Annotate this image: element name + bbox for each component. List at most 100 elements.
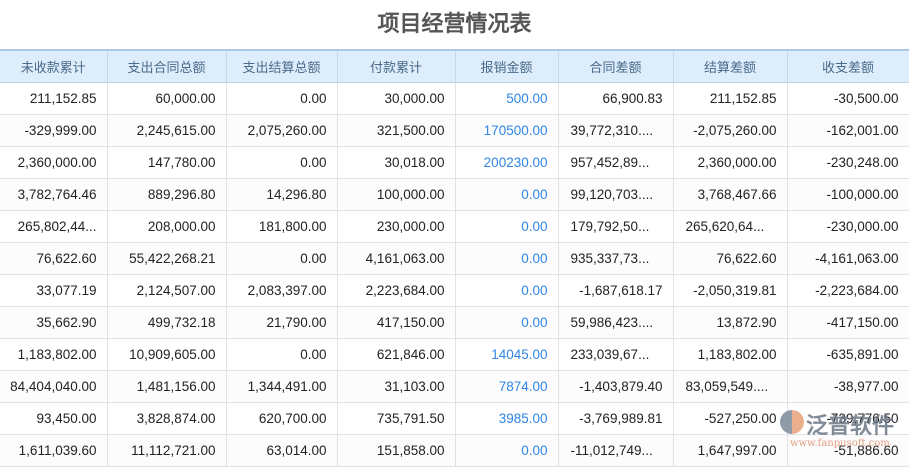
table-cell: 4,161,063.00	[337, 242, 456, 275]
table-cell: -1,687,618.17	[558, 274, 674, 307]
column-header[interactable]: 报销金额	[455, 49, 559, 83]
table-cell: -100,000.00	[787, 178, 909, 211]
table-cell: 2,083,397.00	[226, 274, 338, 307]
table-cell[interactable]: 500.00	[455, 82, 559, 115]
table-row[interactable]: 84,404,040.00 1,481,156.00 1,344,491.00 31,…	[0, 370, 909, 403]
table-cell: 265,802,44...	[0, 210, 108, 243]
table-row[interactable]: 33,077.19 2,124,507.00 2,083,397.00 2,223,6…	[0, 274, 909, 307]
table-cell: 3,768,467.66	[673, 178, 788, 211]
table-cell: -230,248.00	[787, 146, 909, 179]
table-row[interactable]: 2,360,000.00 147,780.00 0.00 30,018.00 20023…	[0, 146, 909, 179]
table-row[interactable]: 211,152.85 60,000.00 0.00 30,000.00 500.00 66…	[0, 82, 909, 115]
table-cell: 59,986,423....	[558, 306, 674, 339]
table-row[interactable]: 93,450.00 3,828,874.00 620,700.00 735,791.5…	[0, 402, 909, 435]
table-row[interactable]: 76,622.60 55,422,268.21 0.00 4,161,063.00 0.…	[0, 242, 909, 275]
table-cell: 211,152.85	[673, 82, 788, 115]
table-cell: 1,611,039.60	[0, 434, 108, 467]
table-row[interactable]: 265,802,44... 208,000.00 181,800.00 230,000…	[0, 210, 909, 243]
table-cell: 417,150.00	[337, 306, 456, 339]
table-cell: 10,909,605.00	[107, 338, 227, 371]
page-title: 项目经营情况表	[377, 12, 532, 37]
table-cell: 14,296.80	[226, 178, 338, 211]
table-cell: 83,059,549....	[673, 370, 788, 403]
watermark-name: 泛普软件	[806, 414, 895, 439]
table-cell[interactable]: 7874.00	[455, 370, 559, 403]
table-cell: 0.00	[226, 242, 338, 275]
table-cell: 2,124,507.00	[107, 274, 227, 307]
table-cell: 957,452,89...	[558, 146, 674, 179]
table-cell: -2,075,260.00	[673, 114, 788, 147]
table-cell: 230,000.00	[337, 210, 456, 243]
table-cell[interactable]: 200230.00	[455, 146, 559, 179]
table-cell: -230,000.00	[787, 210, 909, 243]
table-cell: 1,647,997.00	[673, 434, 788, 467]
logo-icon	[780, 410, 804, 434]
table-cell: 265,620,64...	[673, 210, 788, 243]
table-cell: 21,790.00	[226, 306, 338, 339]
column-header[interactable]: 合同差额	[558, 49, 674, 83]
table-cell: -635,891.00	[787, 338, 909, 371]
table-cell: 208,000.00	[107, 210, 227, 243]
table-cell: 0.00	[226, 338, 338, 371]
table-cell: 76,622.60	[0, 242, 108, 275]
table-row[interactable]: 35,662.90 499,732.18 21,790.00 417,150.00 0.…	[0, 306, 909, 339]
table-cell: 147,780.00	[107, 146, 227, 179]
table-cell: 935,337,73...	[558, 242, 674, 275]
table-cell[interactable]: 0.00	[455, 434, 559, 467]
column-header[interactable]: 结算差额	[673, 49, 788, 83]
table-cell[interactable]: 0.00	[455, 274, 559, 307]
table-cell: 63,014.00	[226, 434, 338, 467]
table-cell: 2,245,615.00	[107, 114, 227, 147]
table-cell: 60,000.00	[107, 82, 227, 115]
table-cell: 1,481,156.00	[107, 370, 227, 403]
table-cell: 2,223,684.00	[337, 274, 456, 307]
table-cell: -3,769,989.81	[558, 402, 674, 435]
table-cell: 31,103.00	[337, 370, 456, 403]
column-header[interactable]: 未收款累计	[0, 49, 108, 83]
table-cell[interactable]: 0.00	[455, 178, 559, 211]
table-cell: 13,872.90	[673, 306, 788, 339]
table-cell: 84,404,040.00	[0, 370, 108, 403]
table-cell: -11,012,749...	[558, 434, 674, 467]
table-cell: 66,900.83	[558, 82, 674, 115]
table-cell[interactable]: 0.00	[455, 242, 559, 275]
table-cell[interactable]: 3985.00	[455, 402, 559, 435]
table-cell: -162,001.00	[787, 114, 909, 147]
table-cell: -30,500.00	[787, 82, 909, 115]
table-cell: -417,150.00	[787, 306, 909, 339]
table-cell: 1,344,491.00	[226, 370, 338, 403]
table-cell: -38,977.00	[787, 370, 909, 403]
table-cell: 2,360,000.00	[0, 146, 108, 179]
table-row[interactable]: -329,999.00 2,245,615.00 2,075,260.00 321,5…	[0, 114, 909, 147]
column-header[interactable]: 付款累计	[337, 49, 456, 83]
column-header[interactable]: 支出结算总额	[226, 49, 338, 83]
column-header[interactable]: 支出合同总额	[107, 49, 227, 83]
table-cell: 3,828,874.00	[107, 402, 227, 435]
table-cell: -329,999.00	[0, 114, 108, 147]
table-cell: 0.00	[226, 146, 338, 179]
table-cell: 2,360,000.00	[673, 146, 788, 179]
watermark-url: www.fanpusoft.com	[790, 438, 890, 449]
table-row[interactable]: 1,611,039.60 11,112,721.00 63,014.00 151,85…	[0, 434, 909, 467]
table-cell: 100,000.00	[337, 178, 456, 211]
table-row[interactable]: 3,782,764.46 889,296.80 14,296.80 100,000.0…	[0, 178, 909, 211]
table-cell: -527,250.00	[673, 402, 788, 435]
table-cell[interactable]: 14045.00	[455, 338, 559, 371]
table-cell: 2,075,260.00	[226, 114, 338, 147]
table-cell: 151,858.00	[337, 434, 456, 467]
table-cell: 621,846.00	[337, 338, 456, 371]
table-cell: -2,223,684.00	[787, 274, 909, 307]
table-cell: -4,161,063.00	[787, 242, 909, 275]
table-cell: 499,732.18	[107, 306, 227, 339]
column-header[interactable]: 收支差额	[787, 49, 909, 83]
table-cell: 11,112,721.00	[107, 434, 227, 467]
table-cell: 33,077.19	[0, 274, 108, 307]
watermark-logo: 泛普软件 www.fanpusoft.com	[780, 408, 909, 458]
table-cell: 76,622.60	[673, 242, 788, 275]
table-cell: 889,296.80	[107, 178, 227, 211]
table-row[interactable]: 1,183,802.00 10,909,605.00 0.00 621,846.00 1…	[0, 338, 909, 371]
table-cell[interactable]: 0.00	[455, 210, 559, 243]
table-cell: 3,782,764.46	[0, 178, 108, 211]
table-cell[interactable]: 0.00	[455, 306, 559, 339]
table-cell[interactable]: 170500.00	[455, 114, 559, 147]
